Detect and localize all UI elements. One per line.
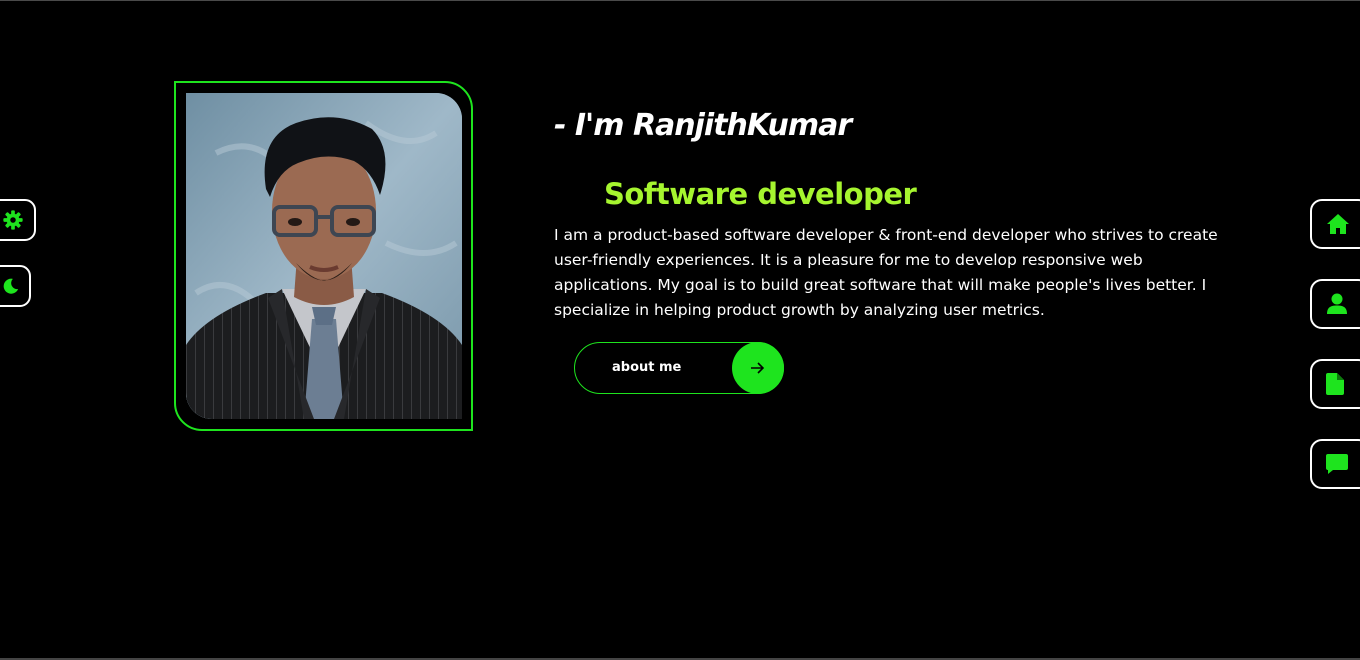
home-icon bbox=[1327, 214, 1349, 234]
nav-about-button[interactable] bbox=[1310, 279, 1360, 329]
gear-icon bbox=[3, 210, 23, 230]
nav-home-button[interactable] bbox=[1310, 199, 1360, 249]
document-icon bbox=[1326, 373, 1344, 395]
profile-photo bbox=[186, 93, 462, 419]
about-me-label: about me bbox=[612, 360, 682, 375]
theme-toggle-button[interactable] bbox=[0, 265, 31, 307]
arrow-right-icon bbox=[751, 362, 765, 374]
user-icon bbox=[1327, 293, 1347, 314]
portfolio-page: - I'm RanjithKumar Software developer I … bbox=[0, 0, 1360, 660]
arrow-circle bbox=[732, 342, 784, 394]
top-border bbox=[0, 0, 1360, 1]
nav-resume-button[interactable] bbox=[1310, 359, 1360, 409]
moon-icon bbox=[3, 278, 18, 294]
nav-contact-button[interactable] bbox=[1310, 439, 1360, 489]
intro-heading: - I'm RanjithKumar bbox=[554, 108, 852, 143]
bio-text: I am a product-based software developer … bbox=[554, 226, 1218, 319]
role-title: Software developer bbox=[604, 177, 917, 211]
about-me-button[interactable]: about me bbox=[574, 342, 784, 394]
chat-icon bbox=[1326, 454, 1348, 474]
settings-button[interactable] bbox=[0, 199, 36, 241]
